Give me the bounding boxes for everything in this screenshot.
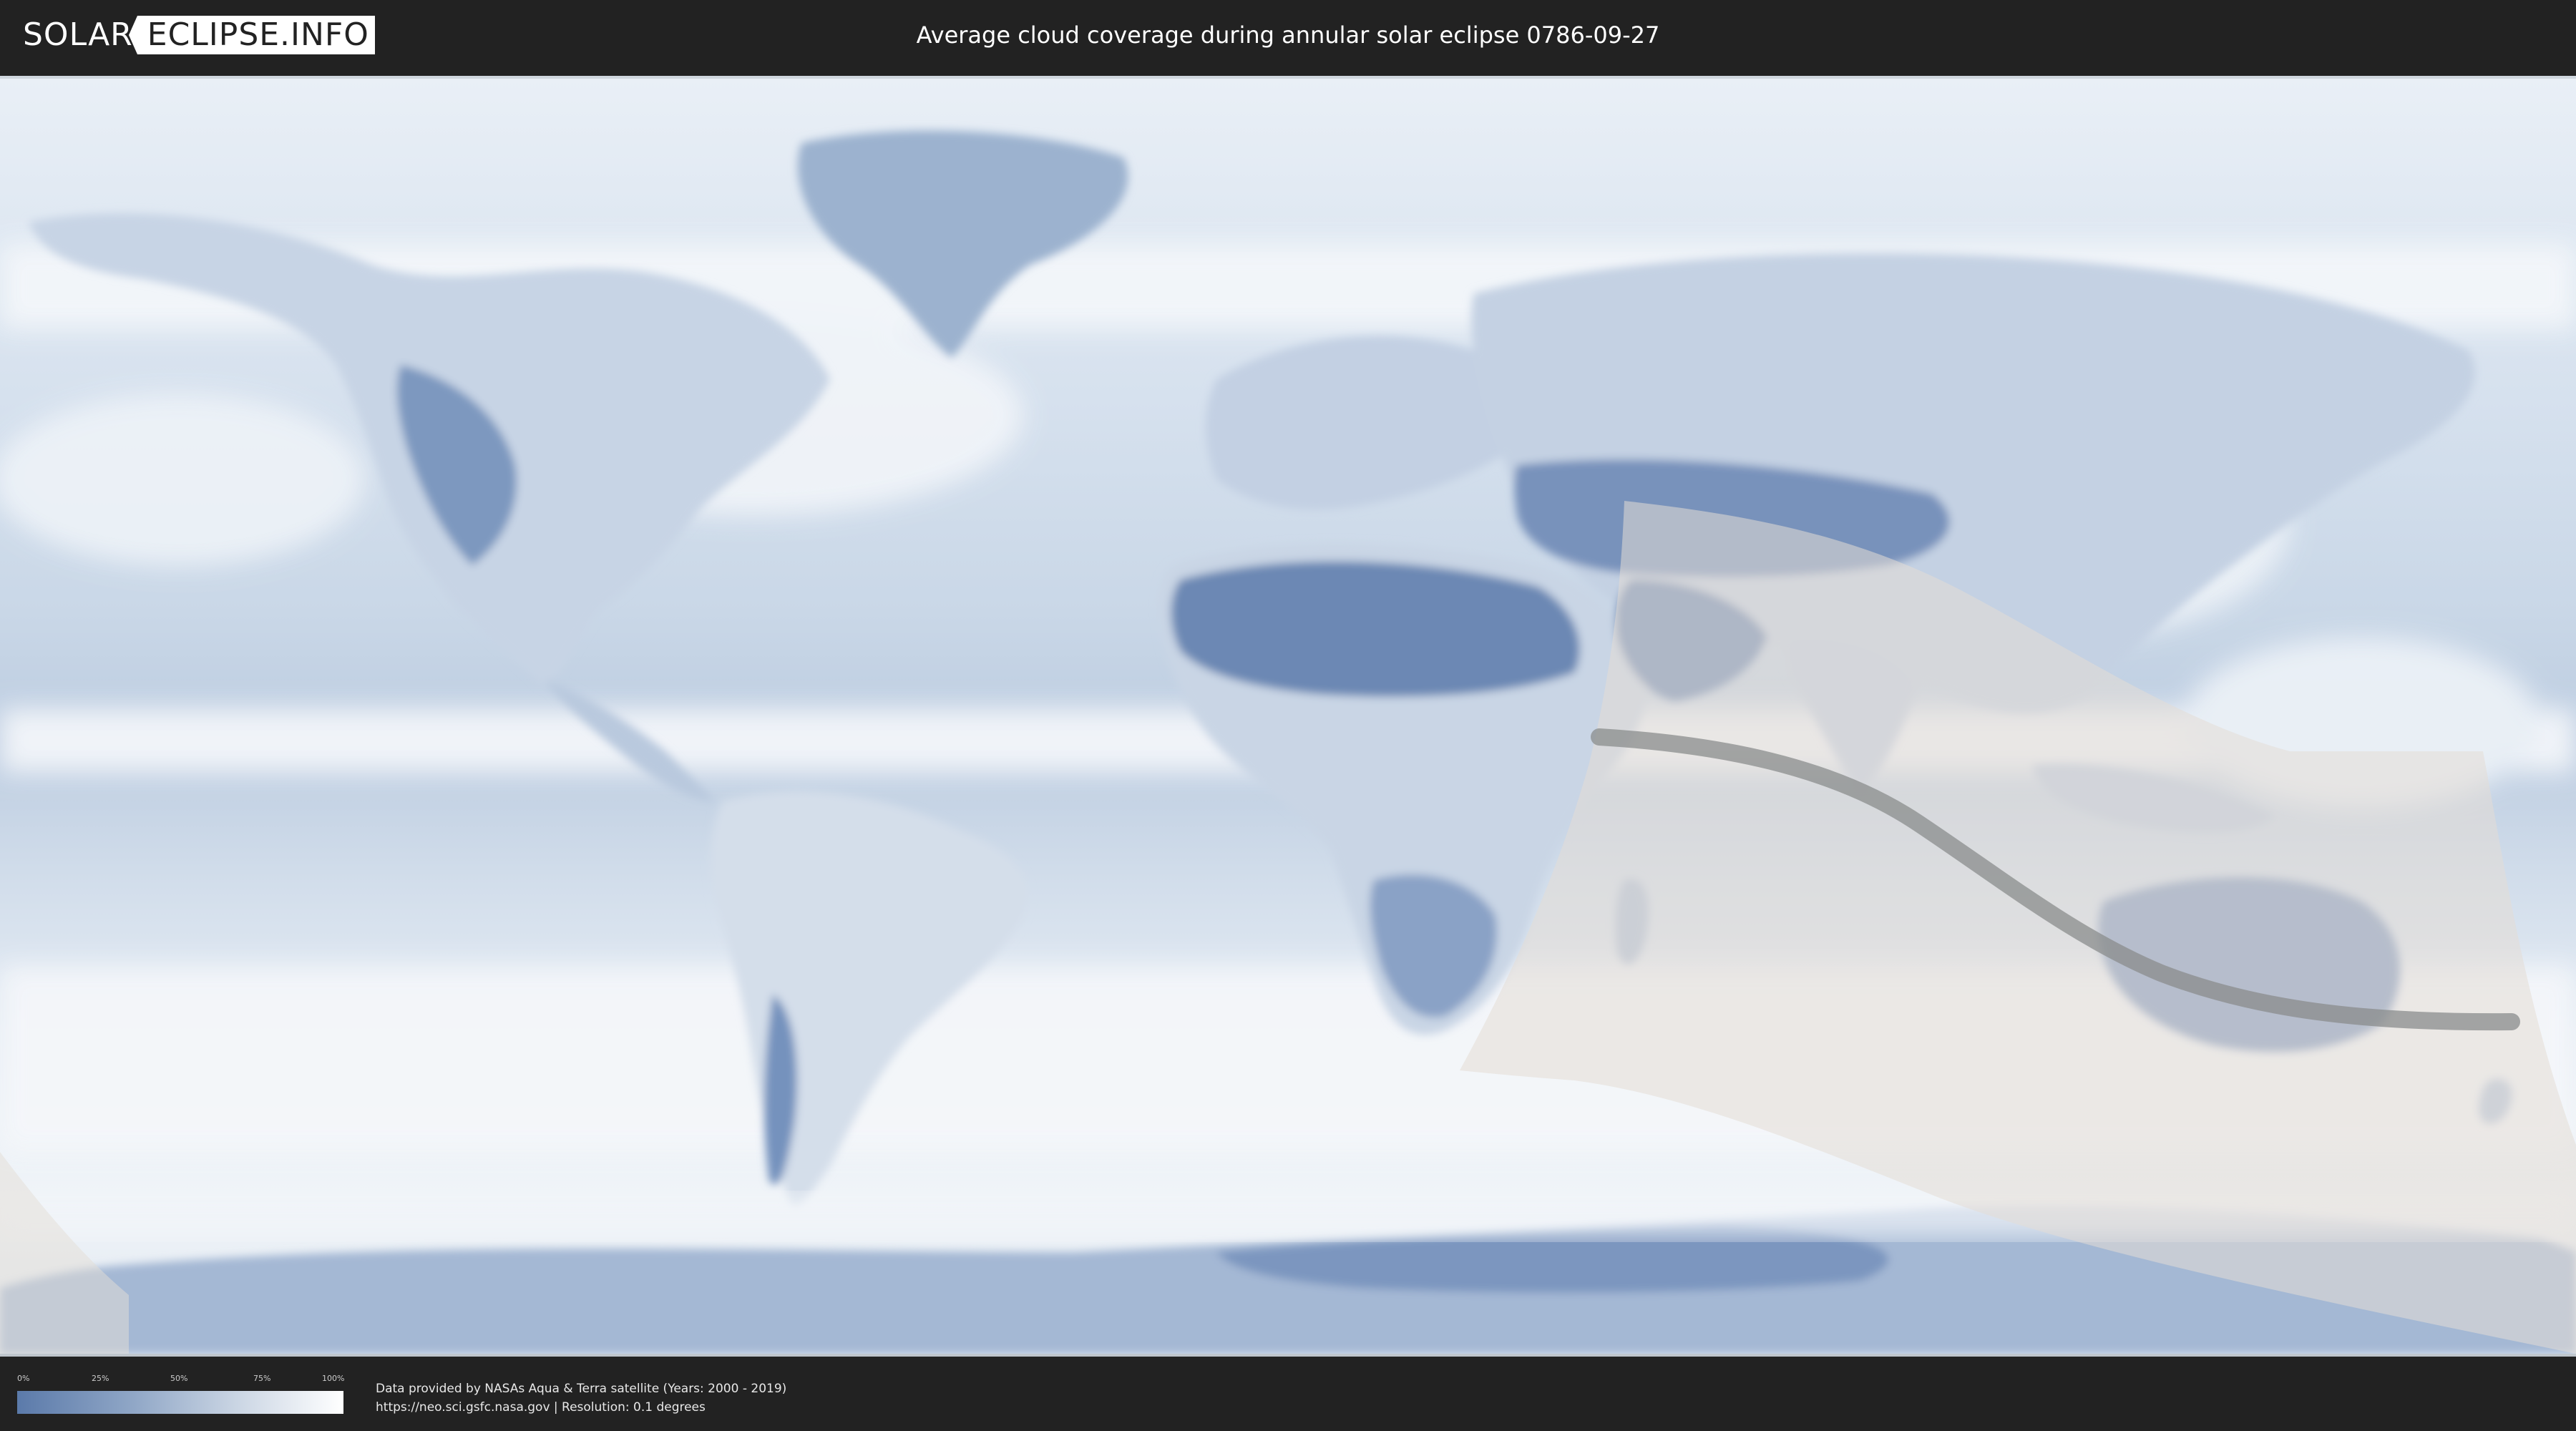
data-source-text[interactable]: https://neo.sci.gsfc.nasa.gov | Resoluti… <box>376 1398 786 1417</box>
legend-ticks: 0% 25% 50% 75% 100% <box>17 1374 345 1387</box>
legend-tick-100: 100% <box>322 1374 345 1383</box>
footer: 0% 25% 50% 75% 100% Data provided by NAS… <box>0 1359 2576 1431</box>
cloud-coverage-legend: 0% 25% 50% 75% 100% <box>17 1374 345 1414</box>
world-map-svg <box>0 79 2576 1354</box>
legend-tick-0: 0% <box>17 1374 30 1383</box>
legend-tick-75: 75% <box>253 1374 271 1383</box>
data-provider-text: Data provided by NASAs Aqua & Terra sate… <box>376 1382 787 1396</box>
legend-tick-25: 25% <box>92 1374 109 1383</box>
legend-color-bar <box>17 1391 343 1414</box>
page-title: Average cloud coverage during annular so… <box>916 21 1660 49</box>
legend-tick-50: 50% <box>170 1374 188 1383</box>
header: SOLAR ECLIPSE.INFO Average cloud coverag… <box>0 0 2576 72</box>
data-credits: Data provided by NASAs Aqua & Terra sate… <box>376 1379 786 1417</box>
cloud-coverage-map[interactable] <box>0 76 2576 1357</box>
page: SOLAR ECLIPSE.INFO Average cloud coverag… <box>0 0 2576 1431</box>
